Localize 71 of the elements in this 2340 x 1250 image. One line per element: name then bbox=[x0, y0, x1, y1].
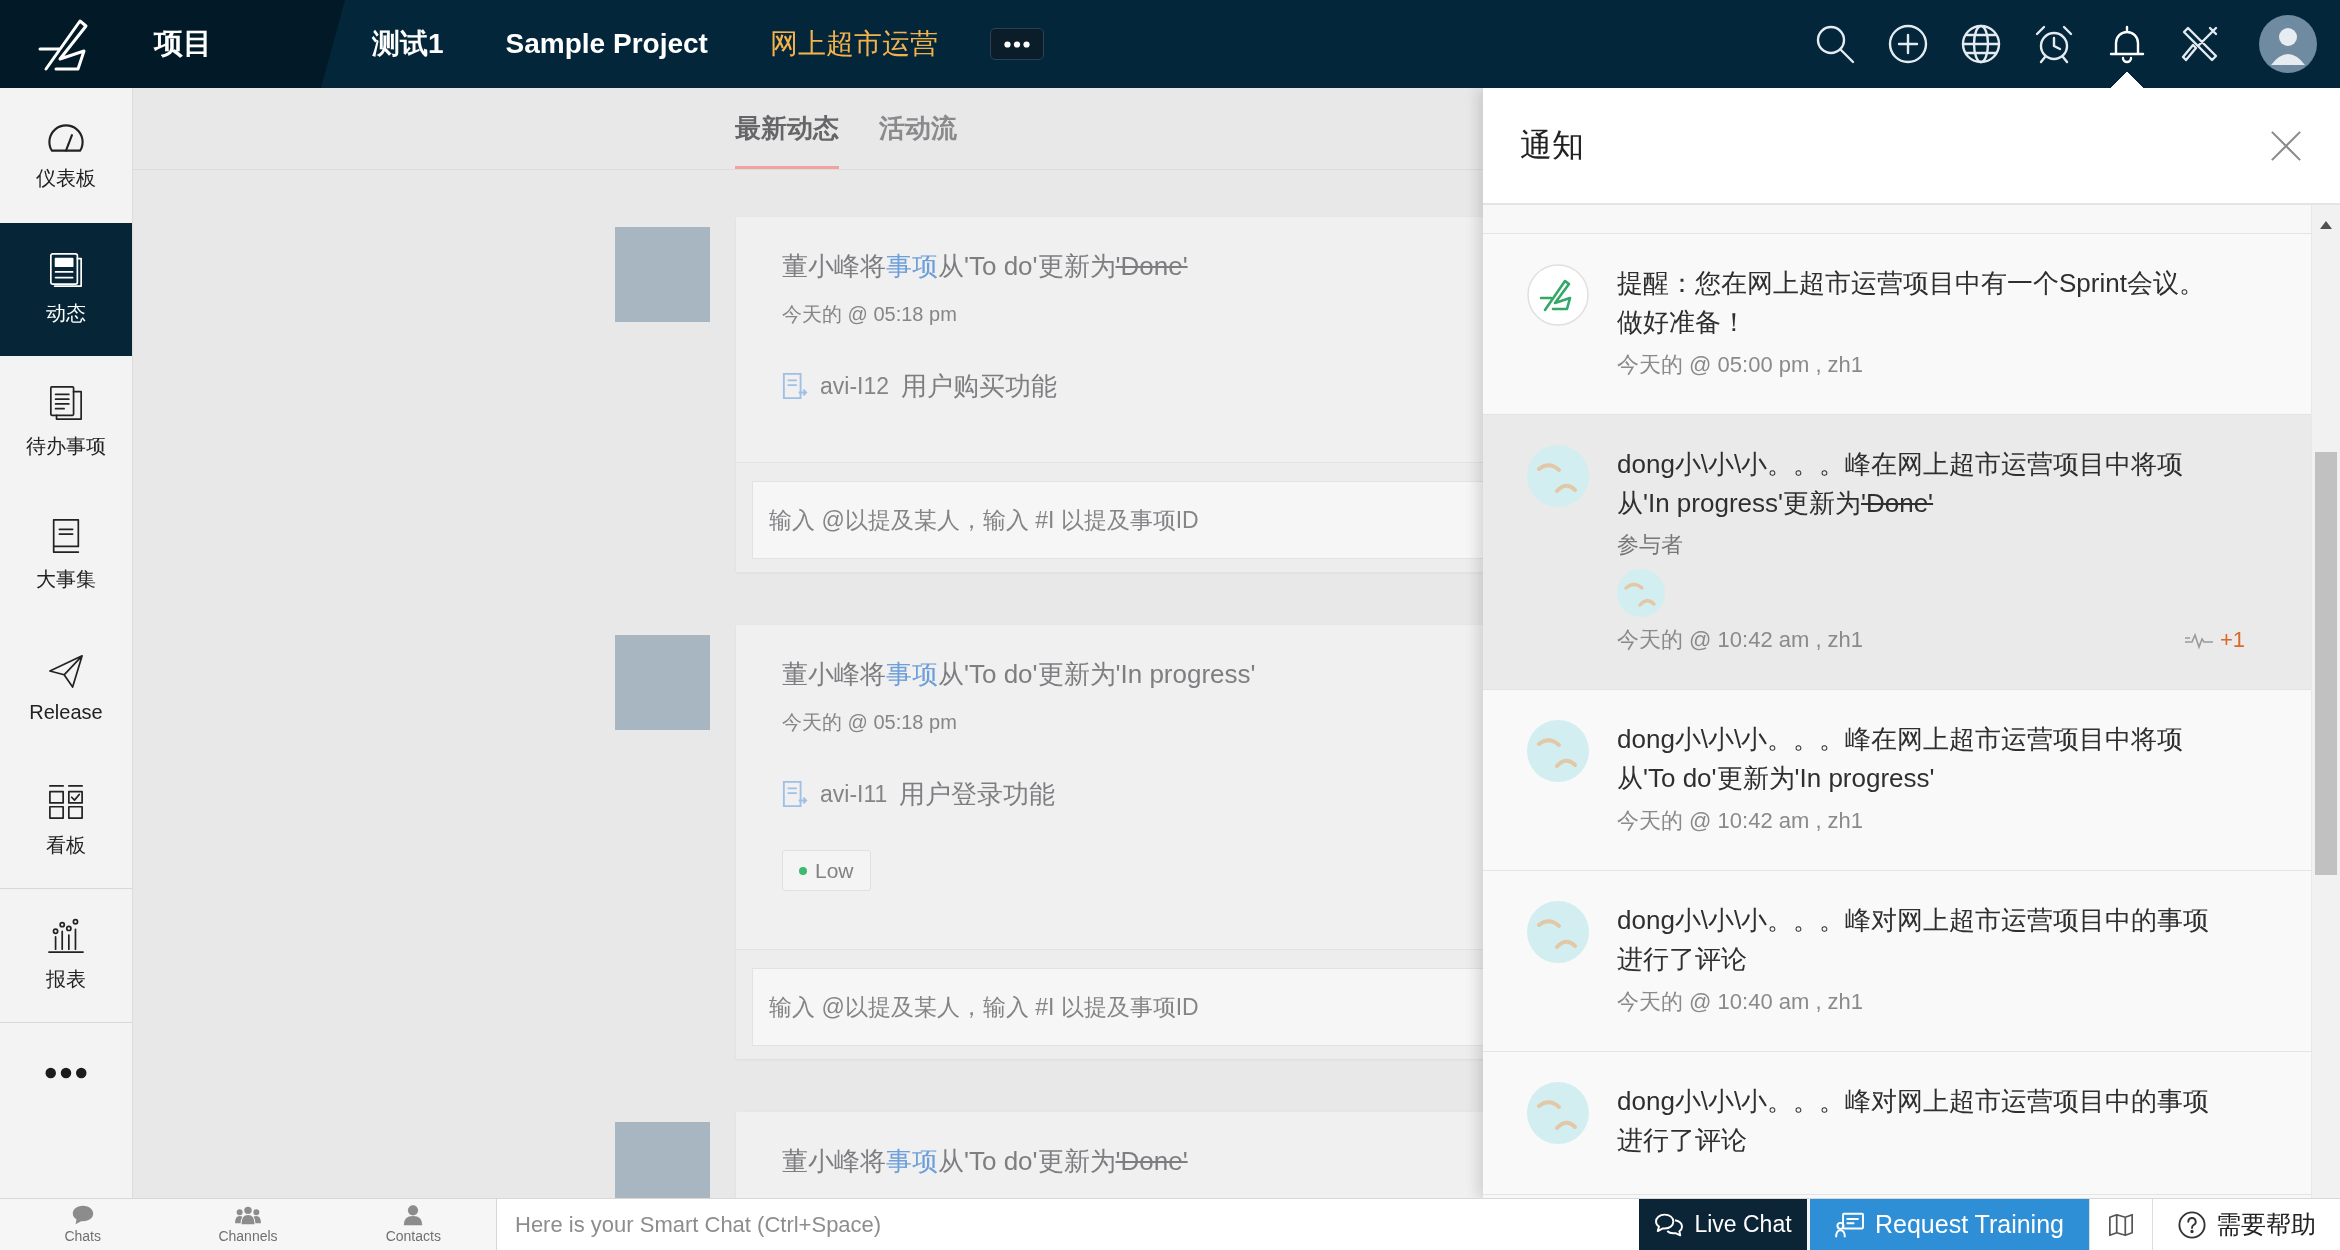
scroll-up-icon[interactable] bbox=[2320, 221, 2332, 229]
item-key: avi-I11 bbox=[820, 780, 888, 808]
close-icon bbox=[2270, 129, 2302, 162]
post-time: 今天的 @ 05:18 pm bbox=[782, 710, 957, 735]
notification-text: dong小\小\小。。。峰对网上超市运营项目中的事项进行了评论 bbox=[1617, 1085, 2211, 1157]
notification-item[interactable]: dong小\小\小。。。峰在网上超市运营项目中将项从'In progress'更新为'Done' 参与者 今天的 @ 10:42 am , zh1 +1 bbox=[1483, 415, 2311, 690]
post-time: 今天的 @ 05:18 pm bbox=[782, 302, 957, 327]
people-icon bbox=[235, 1204, 261, 1226]
paper-plane-icon bbox=[48, 653, 84, 689]
search-icon bbox=[1815, 24, 1855, 64]
sidebar-item[interactable]: 动态 bbox=[0, 223, 132, 356]
map-icon bbox=[2108, 1212, 2134, 1237]
more-button[interactable] bbox=[989, 28, 1044, 60]
more-icon bbox=[1003, 40, 1030, 48]
globe-icon bbox=[1961, 24, 2001, 64]
item-key: avi-I12 bbox=[820, 372, 890, 400]
app-logo-icon bbox=[1527, 264, 1589, 326]
document-icon bbox=[782, 372, 808, 400]
user-avatar-icon bbox=[1527, 901, 1589, 963]
post-title: 董小峰将事项从'To do'更新为'Done' bbox=[782, 1145, 1188, 1178]
section-title: 项目 bbox=[154, 26, 212, 61]
panel-title: 通知 bbox=[1520, 125, 1584, 165]
breadcrumb-link[interactable]: Sample Project bbox=[505, 28, 708, 60]
sidebar-item[interactable]: 看板 bbox=[0, 755, 132, 888]
more-icon bbox=[45, 1067, 87, 1079]
participants-label: 参与者 bbox=[1617, 531, 1683, 559]
sidebar-item[interactable]: 仪表板 bbox=[0, 90, 132, 223]
user-avatar-icon bbox=[1527, 720, 1589, 782]
documents-icon bbox=[48, 385, 84, 421]
grid-icon bbox=[48, 784, 84, 820]
close-button[interactable] bbox=[2270, 129, 2302, 162]
help-button[interactable]: 需要帮助 bbox=[2152, 1199, 2340, 1250]
breadcrumb-link[interactable]: 测试1 bbox=[372, 25, 444, 63]
chat-tab[interactable]: Chats bbox=[0, 1199, 166, 1250]
chat-tab[interactable]: Channels bbox=[165, 1199, 331, 1250]
priority-label: Low bbox=[815, 858, 854, 883]
gauge-icon bbox=[47, 121, 85, 153]
post-title: 董小峰将事项从'To do'更新为'Done' bbox=[782, 250, 1188, 283]
notification-text: dong小\小\小。。。峰在网上超市运营项目中将项从'To do'更新为'In progress' bbox=[1617, 723, 2185, 795]
feed-tab[interactable]: 最新动态 bbox=[735, 88, 839, 169]
help-icon bbox=[2177, 1210, 2206, 1239]
live-chat-button[interactable]: Live Chat bbox=[1639, 1199, 1807, 1250]
sidebar-item[interactable]: 大事集 bbox=[0, 489, 132, 622]
document-icon bbox=[782, 780, 808, 808]
notification-text: 提醒：您在网上超市运营项目中有一个Sprint会议。做好准备！ bbox=[1617, 267, 2206, 339]
breadcrumb-link[interactable]: 网上超市运营 bbox=[769, 25, 938, 63]
user-avatar-icon bbox=[1527, 445, 1589, 507]
notification-time: 今天的 @ 05:00 pm , zh1 bbox=[1617, 351, 1864, 379]
user-avatar-icon bbox=[1527, 1082, 1589, 1144]
sidebar-item[interactable]: 报表 bbox=[0, 889, 132, 1022]
sidebar-item[interactable]: Release bbox=[0, 622, 132, 755]
alarm-clock-icon bbox=[2034, 24, 2074, 64]
bell-icon bbox=[2107, 24, 2147, 64]
notification-time: 今天的 @ 10:42 am , zh1 bbox=[1617, 807, 1864, 835]
smart-chat-field[interactable]: Here is your Smart Chat (Ctrl+Space) bbox=[496, 1199, 1639, 1250]
sidebar-item[interactable]: 待办事项 bbox=[0, 356, 132, 489]
presentation-icon bbox=[1835, 1211, 1865, 1238]
chat-bubbles-icon bbox=[1654, 1211, 1685, 1238]
scrollbar-thumb[interactable] bbox=[2315, 452, 2337, 875]
item-title[interactable]: 用户购买功能 bbox=[901, 368, 1058, 404]
post-title: 董小峰将事项从'To do'更新为'In progress' bbox=[782, 658, 1256, 691]
tools-icon bbox=[2180, 24, 2220, 64]
user-avatar-icon[interactable] bbox=[2259, 15, 2317, 73]
item-title[interactable]: 用户登录功能 bbox=[899, 776, 1056, 812]
guide-button[interactable] bbox=[2089, 1199, 2152, 1250]
plus-circle-icon bbox=[1888, 24, 1928, 64]
chat-tab[interactable]: Contacts bbox=[330, 1199, 496, 1250]
bar-chart-icon bbox=[48, 918, 84, 954]
activity-count: +1 bbox=[2219, 627, 2245, 653]
notification-time: 今天的 @ 10:42 am , zh1 bbox=[1617, 626, 1864, 654]
newspaper-icon bbox=[48, 252, 84, 288]
